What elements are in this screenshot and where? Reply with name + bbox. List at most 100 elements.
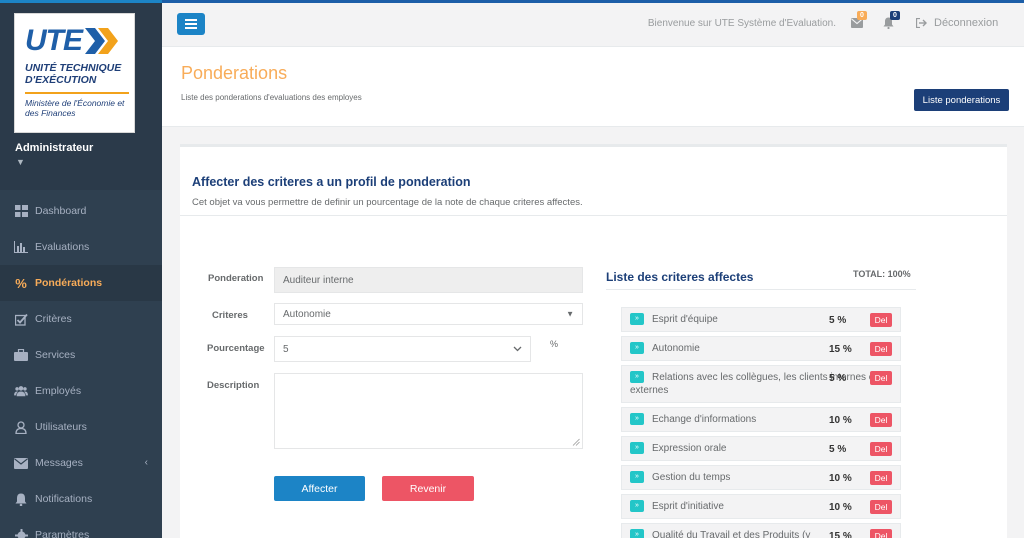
users-icon: [14, 384, 28, 398]
criteria-name: Qualité du Travail et des Produits (y: [652, 530, 811, 538]
total-percentage: TOTAL: 100%: [853, 269, 911, 279]
list-item: » Qualité du Travail et des Produits (y 1…: [621, 523, 901, 538]
welcome-message: Bienvenue sur UTE Système d'Evaluation.: [647, 18, 836, 29]
sidebar-item-label: Services: [35, 349, 76, 361]
chevron-right-icon[interactable]: »: [630, 342, 644, 355]
list-item: » Gestion du temps 10 % Del: [621, 465, 901, 490]
criteria-percentage: 10 %: [829, 415, 852, 426]
delete-button[interactable]: Del: [870, 342, 892, 356]
user-icon: [14, 420, 28, 434]
sidebar-item-label: Dashboard: [35, 205, 87, 217]
ute-logo: UTE UNITÉ TECHNIQUE D'EXÉCUTION Ministèr…: [14, 13, 135, 133]
pourcentage-select[interactable]: 5: [274, 336, 531, 362]
sidebar-item-label: Utilisateurs: [35, 421, 87, 433]
logo-brand: UTE: [25, 24, 83, 57]
chevron-right-icon[interactable]: »: [630, 471, 644, 484]
page-title: Ponderations: [181, 63, 288, 83]
logout-link[interactable]: Déconnexion: [916, 17, 998, 29]
sidebar: UTE UNITÉ TECHNIQUE D'EXÉCUTION Ministèr…: [0, 0, 162, 538]
criteria-name: Autonomie: [652, 343, 700, 354]
sidebar-item-dashboard[interactable]: Dashboard: [0, 193, 162, 229]
sidebar-item-messages[interactable]: Messages ‹: [0, 445, 162, 481]
logo-line1: UNITÉ TECHNIQUE D'EXÉCUTION: [25, 62, 122, 86]
gear-icon: [14, 528, 28, 538]
logo-chevrons-icon: [85, 28, 118, 54]
chevron-right-icon[interactable]: »: [630, 529, 644, 538]
checkbox-icon: [14, 312, 28, 326]
list-item: » Autonomie 15 % Del: [621, 336, 901, 361]
caret-down-icon: ▼: [566, 309, 574, 319]
top-navbar: Bienvenue sur UTE Système d'Evaluation. …: [162, 0, 1024, 47]
sidebar-header: UTE UNITÉ TECHNIQUE D'EXÉCUTION Ministèr…: [0, 3, 162, 190]
ponderation-field: Auditeur interne: [274, 267, 583, 293]
caret-down-icon[interactable]: ▼: [16, 157, 25, 167]
percent-icon: %: [15, 275, 27, 291]
delete-button[interactable]: Del: [870, 442, 892, 456]
sidebar-item-services[interactable]: Services: [0, 337, 162, 373]
criteria-percentage: 5 %: [829, 315, 847, 326]
sidebar-item-ponderations[interactable]: % Pondérations: [0, 265, 162, 301]
criteres-label: Criteres: [212, 310, 248, 321]
sidebar-item-employes[interactable]: Employés: [0, 373, 162, 409]
panel-divider: [180, 215, 1007, 216]
sidebar-item-criteres[interactable]: Critères: [0, 301, 162, 337]
sidebar-nav: Dashboard Evaluations % Pondérations Cri…: [0, 193, 162, 538]
chevron-right-icon[interactable]: »: [630, 371, 644, 384]
list-ponderations-button[interactable]: Liste ponderations: [914, 89, 1009, 111]
chevron-right-icon[interactable]: »: [630, 500, 644, 513]
sidebar-item-label: Employés: [35, 385, 82, 397]
criteria-name: Expression orale: [652, 443, 727, 454]
delete-button[interactable]: Del: [870, 529, 892, 538]
resize-handle-icon[interactable]: [572, 438, 580, 446]
delete-button[interactable]: Del: [870, 471, 892, 485]
delete-button[interactable]: Del: [870, 413, 892, 427]
sidebar-item-utilisateurs[interactable]: Utilisateurs: [0, 409, 162, 445]
criteria-name: Gestion du temps: [652, 472, 731, 483]
pourcentage-label: Pourcentage: [207, 343, 265, 354]
sidebar-item-label: Critères: [35, 313, 72, 325]
profile-name[interactable]: Administrateur: [15, 142, 93, 154]
list-item: » Expression orale 5 % Del: [621, 436, 901, 461]
logo-line2: Ministère de l'Économie et des Finances: [25, 98, 125, 118]
sidebar-item-evaluations[interactable]: Evaluations: [0, 229, 162, 265]
percent-sign: %: [550, 339, 559, 349]
sidebar-item-label: Notifications: [35, 493, 93, 505]
chevron-right-icon[interactable]: »: [630, 442, 644, 455]
notification-count-badge: 0: [890, 11, 900, 20]
sign-out-icon: [916, 18, 927, 28]
ponderation-label: Ponderation: [208, 273, 264, 284]
list-item: » Esprit d'initiative 10 % Del: [621, 494, 901, 519]
revenir-button[interactable]: Revenir: [382, 476, 474, 501]
criteria-name: Esprit d'équipe: [652, 314, 718, 325]
description-textarea[interactable]: [274, 373, 583, 449]
chevron-right-icon[interactable]: »: [630, 313, 644, 326]
logo-rule: [25, 92, 129, 94]
logout-label: Déconnexion: [934, 17, 999, 29]
bell-icon: [14, 492, 28, 506]
criteria-percentage: 15 %: [829, 531, 852, 538]
menu-toggle-button[interactable]: [177, 13, 205, 35]
list-divider: [606, 289, 916, 290]
main-panel: Affecter des criteres a un profil de pon…: [180, 144, 1007, 538]
chevron-right-icon[interactable]: »: [630, 413, 644, 426]
panel-title: Affecter des criteres a un profil de pon…: [192, 175, 471, 189]
criteria-percentage: 5 %: [829, 444, 847, 455]
chevron-down-icon: [513, 346, 522, 352]
criteria-list: » Esprit d'équipe 5 % Del » Autonomie 15 %…: [621, 307, 901, 538]
sidebar-item-parametres[interactable]: Paramètres: [0, 517, 162, 538]
delete-button[interactable]: Del: [870, 371, 892, 385]
delete-button[interactable]: Del: [870, 500, 892, 514]
affecter-button[interactable]: Affecter: [274, 476, 365, 501]
chevron-left-icon: ‹: [144, 457, 148, 468]
criteres-select[interactable]: Autonomie ▼: [274, 303, 583, 325]
briefcase-icon: [14, 348, 28, 362]
page-subtitle: Liste des ponderations d'evaluations des…: [181, 93, 362, 102]
criteria-percentage: 5 %: [829, 373, 847, 384]
panel-description: Cet objet va vous permettre de definir u…: [192, 197, 583, 208]
ponderation-value: Auditeur interne: [283, 274, 354, 286]
hamburger-icon: [185, 19, 197, 29]
delete-button[interactable]: Del: [870, 313, 892, 327]
sidebar-item-label: Paramètres: [35, 529, 90, 538]
page-heading: Ponderations Liste des ponderations d'ev…: [162, 47, 1024, 127]
sidebar-item-notifications[interactable]: Notifications: [0, 481, 162, 517]
